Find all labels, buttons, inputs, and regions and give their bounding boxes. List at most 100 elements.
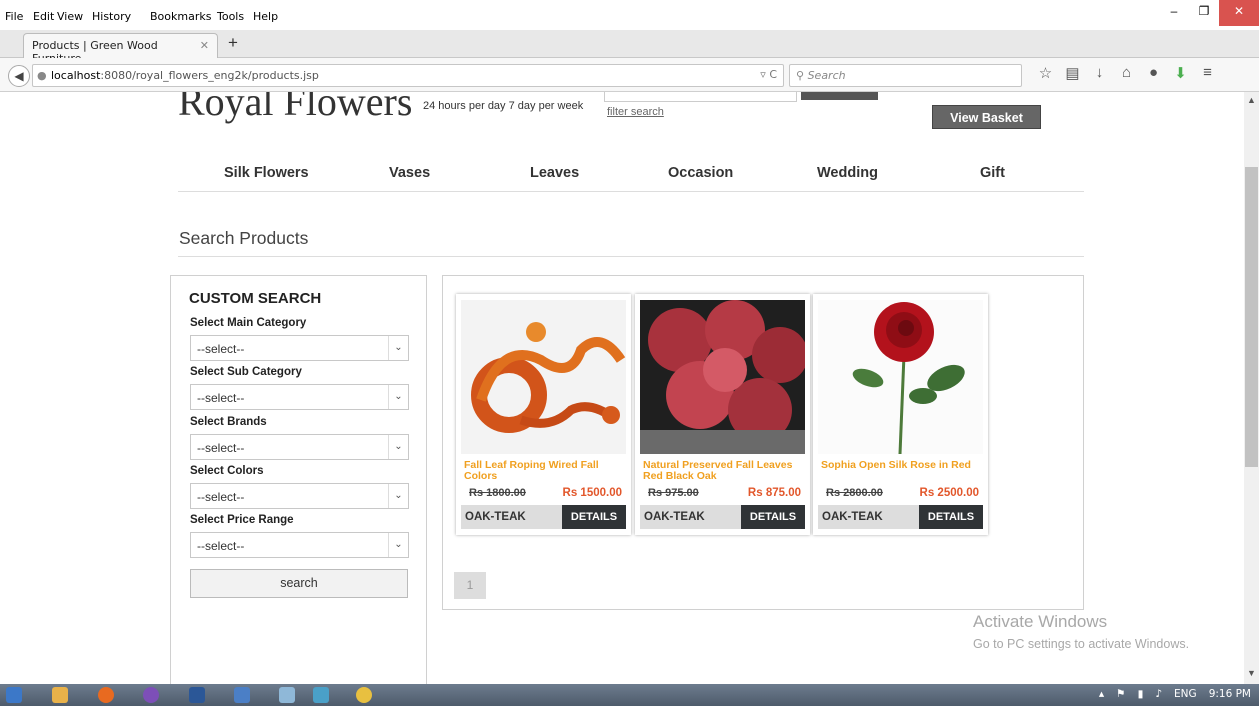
main-category-select[interactable]: --select-- ⌄ xyxy=(190,335,409,361)
card-footer: OAK-TEAK DETAILS xyxy=(818,505,983,529)
brand-label: OAK-TEAK xyxy=(644,511,705,523)
pagination-page-1[interactable]: 1 xyxy=(454,572,486,599)
menu-edit[interactable]: Edit xyxy=(33,10,54,23)
language-indicator[interactable]: ENG xyxy=(1174,688,1197,700)
search-placeholder: Search xyxy=(807,69,846,82)
close-window-icon[interactable]: ✕ xyxy=(1219,0,1259,26)
sub-category-select[interactable]: --select-- ⌄ xyxy=(190,384,409,410)
site-logo[interactable]: Royal Flowers xyxy=(178,92,412,125)
nav-wedding[interactable]: Wedding xyxy=(817,165,878,181)
details-button[interactable]: DETAILS xyxy=(741,505,805,529)
scroll-up-icon[interactable]: ▲ xyxy=(1244,95,1259,105)
chat-icon[interactable]: ● xyxy=(1140,64,1167,82)
category-nav: Silk Flowers Vases Leaves Occasion Weddi… xyxy=(178,152,1084,192)
menu-view[interactable]: View xyxy=(57,10,83,23)
price: Rs 2500.00 xyxy=(919,487,979,499)
sub-category-label: Select Sub Category xyxy=(190,366,302,378)
volume-icon[interactable]: ♪ xyxy=(1155,688,1162,700)
nav-occasion[interactable]: Occasion xyxy=(668,165,733,181)
browser-search-input[interactable]: ⚲ Search xyxy=(789,64,1022,87)
filter-search-link[interactable]: filter search xyxy=(607,106,664,118)
old-price: Rs 975.00 xyxy=(648,487,699,499)
addon-icon[interactable]: ⬇ xyxy=(1167,64,1194,82)
details-button[interactable]: DETAILS xyxy=(919,505,983,529)
price-range-select[interactable]: --select-- ⌄ xyxy=(190,532,409,558)
hamburger-menu-icon[interactable]: ≡ xyxy=(1194,64,1221,82)
signal-icon[interactable]: ▮ xyxy=(1138,688,1144,700)
select-value: --select-- xyxy=(197,539,245,553)
clock[interactable]: 9:16 PM xyxy=(1209,688,1251,700)
price-range-label: Select Price Range xyxy=(190,514,294,526)
custom-search-title: CUSTOM SEARCH xyxy=(189,290,322,307)
colors-select[interactable]: --select-- ⌄ xyxy=(190,483,409,509)
menu-help[interactable]: Help xyxy=(253,10,278,23)
file-explorer-icon[interactable] xyxy=(52,687,68,703)
viber-icon[interactable] xyxy=(143,687,159,703)
scroll-down-icon[interactable]: ▼ xyxy=(1244,668,1259,678)
flag-icon[interactable]: ⚑ xyxy=(1116,688,1125,700)
site-search-input[interactable] xyxy=(604,92,797,102)
chevron-down-icon: ⌄ xyxy=(388,435,408,459)
url-path: :8080/royal_flowers_eng2k/products.jsp xyxy=(100,69,319,82)
chevron-down-icon: ⌄ xyxy=(388,336,408,360)
start-icon[interactable] xyxy=(6,687,22,703)
screen-app-icon[interactable] xyxy=(313,687,329,703)
search-button[interactable]: search xyxy=(190,569,408,598)
product-image[interactable] xyxy=(461,300,626,454)
word-icon[interactable] xyxy=(189,687,205,703)
url-bar[interactable]: ● localhost:8080/royal_flowers_eng2k/pro… xyxy=(32,64,784,87)
activate-windows-subtitle: Go to PC settings to activate Windows. xyxy=(973,637,1190,651)
product-image[interactable] xyxy=(640,300,805,454)
menu-tools[interactable]: Tools xyxy=(217,10,244,23)
nav-leaves[interactable]: Leaves xyxy=(530,165,579,181)
hours-text: 24 hours per day 7 day per week xyxy=(423,100,584,112)
browser-toolbar-icons: ☆ ▤ ↓ ⌂ ● ⬇ ≡ xyxy=(1032,64,1221,82)
nav-silk-flowers[interactable]: Silk Flowers xyxy=(224,165,309,181)
tray-chevron-icon[interactable]: ▴ xyxy=(1099,688,1104,700)
url-host: localhost xyxy=(51,69,101,82)
reading-list-icon[interactable]: ▤ xyxy=(1059,64,1086,82)
taskbar: ▴ ⚑ ▮ ♪ ENG 9:16 PM xyxy=(0,684,1259,706)
close-tab-icon[interactable]: ✕ xyxy=(200,39,209,52)
select-value: --select-- xyxy=(197,342,245,356)
star-icon[interactable]: ☆ xyxy=(1032,64,1059,82)
menu-history[interactable]: History xyxy=(92,10,131,23)
brands-select[interactable]: --select-- ⌄ xyxy=(190,434,409,460)
browser-tab[interactable]: Products | Green Wood Furniture ✕ xyxy=(23,33,218,65)
nav-vases[interactable]: Vases xyxy=(389,165,430,181)
menu-bookmarks[interactable]: Bookmarks xyxy=(150,10,211,23)
menu-bar: File Edit View History Bookmarks Tools H… xyxy=(0,0,1259,30)
old-price: Rs 2800.00 xyxy=(826,487,883,499)
page-viewport: ▔▔▔▔▔▔ Royal Flowers 24 hours per day 7 … xyxy=(0,92,1244,684)
product-card: Natural Preserved Fall Leaves Red Black … xyxy=(635,294,810,535)
new-tab-icon[interactable]: + xyxy=(228,33,238,53)
back-icon[interactable]: ◀ xyxy=(8,65,30,87)
activate-windows-title: Activate Windows xyxy=(973,612,1108,631)
network-app-icon[interactable] xyxy=(279,687,295,703)
chevron-down-icon: ⌄ xyxy=(388,533,408,557)
minimize-icon[interactable]: – xyxy=(1159,0,1189,26)
menu-file[interactable]: File xyxy=(5,10,23,23)
firefox-icon[interactable] xyxy=(98,687,114,703)
page-title: Search Products xyxy=(179,228,309,248)
select-value: --select-- xyxy=(197,441,245,455)
restore-icon[interactable]: ❐ xyxy=(1189,0,1219,26)
product-name[interactable]: Sophia Open Silk Rose in Red xyxy=(821,460,981,471)
select-value: --select-- xyxy=(197,490,245,504)
product-card: Sophia Open Silk Rose in Red Rs 2800.00 … xyxy=(813,294,988,535)
scrollbar-thumb[interactable] xyxy=(1245,167,1258,467)
product-name[interactable]: Natural Preserved Fall Leaves Red Black … xyxy=(643,460,803,482)
chevron-down-icon: ⌄ xyxy=(388,385,408,409)
reload-icon[interactable]: ▿ C xyxy=(760,68,777,81)
site-search-button[interactable] xyxy=(801,92,878,100)
virtualbox-icon[interactable] xyxy=(234,687,250,703)
product-image[interactable] xyxy=(818,300,983,454)
download-icon[interactable]: ↓ xyxy=(1086,64,1113,82)
nav-gift[interactable]: Gift xyxy=(980,165,1005,181)
details-button[interactable]: DETAILS xyxy=(562,505,626,529)
product-name[interactable]: Fall Leaf Roping Wired Fall Colors xyxy=(464,460,624,482)
tray-app-icon[interactable] xyxy=(356,687,372,703)
home-icon[interactable]: ⌂ xyxy=(1113,64,1140,82)
view-basket-button[interactable]: View Basket xyxy=(932,105,1041,129)
brands-label: Select Brands xyxy=(190,416,267,428)
